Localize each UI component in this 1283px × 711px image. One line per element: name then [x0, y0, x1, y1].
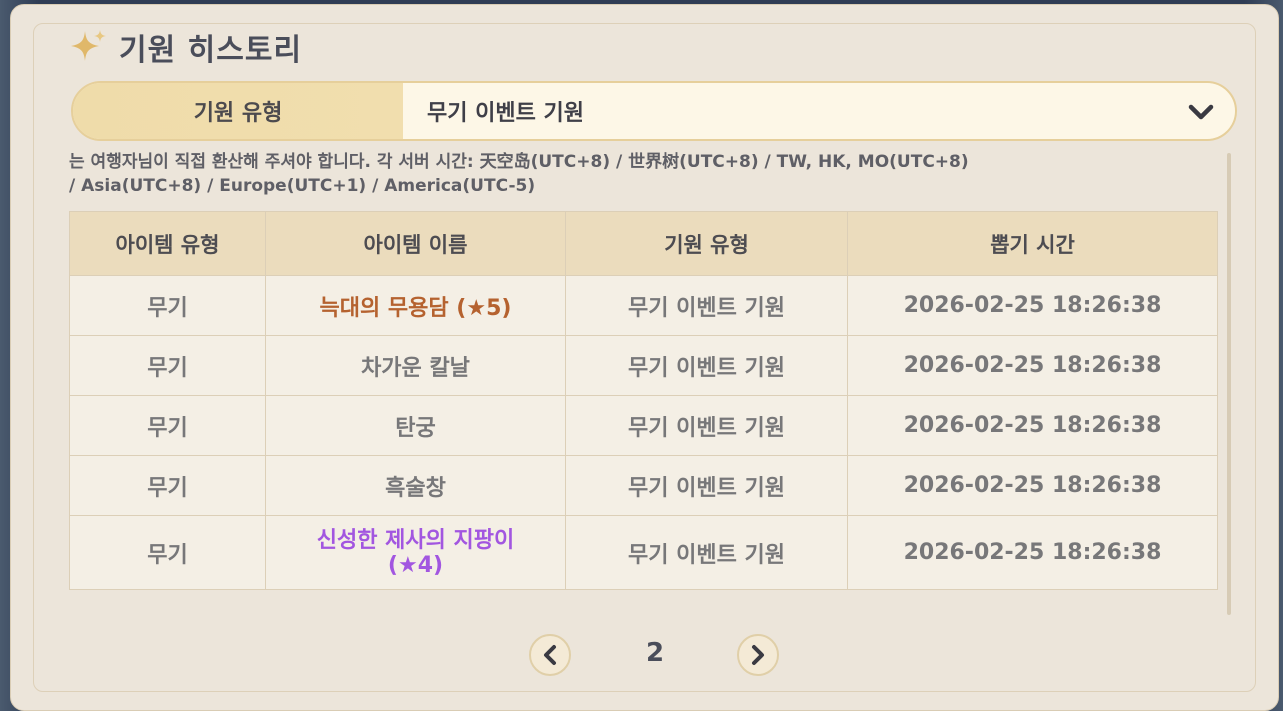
cell-item-type: 무기	[69, 515, 266, 590]
notice-line-1: 는 여행자님이 직접 환산해 주셔야 합니다. 각 서버 시간: 天空岛(UTC…	[69, 152, 969, 172]
wish-type-selector[interactable]: 기원 유형 무기 이벤트 기원	[71, 81, 1237, 141]
page-title: 기원 히스토리	[119, 33, 303, 68]
cell-item-type: 무기	[69, 335, 266, 396]
server-time-notice: 는 여행자님이 직접 환산해 주셔야 합니다. 각 서버 시간: 天空岛(UTC…	[69, 150, 1209, 198]
column-header-pull-time: 뽑기 시간	[847, 211, 1218, 276]
prev-page-button[interactable]	[529, 634, 571, 676]
wish-history-table: 아이템 유형 아이템 이름 기원 유형 뽑기 시간 무기 늑대의 무용담 (★5…	[69, 211, 1218, 590]
table-row: 무기 흑술창 무기 이벤트 기원 2026-02-25 18:26:38	[69, 455, 1218, 516]
wish-type-value: 무기 이벤트 기원	[427, 101, 584, 126]
next-page-button[interactable]	[737, 634, 779, 676]
cell-item-name: 흑술창	[265, 455, 566, 516]
cell-wish-type: 무기 이벤트 기원	[565, 335, 848, 396]
column-header-item-name: 아이템 이름	[265, 211, 566, 276]
cell-item-name: 탄궁	[265, 395, 566, 456]
column-header-item-type: 아이템 유형	[69, 211, 266, 276]
item-name-line-1: 신성한 제사의 지팡이	[316, 527, 515, 553]
cell-item-type: 무기	[69, 455, 266, 516]
chevron-down-icon[interactable]	[1187, 101, 1215, 123]
wish-type-label: 기원 유형	[73, 83, 403, 139]
cell-item-type: 무기	[69, 395, 266, 456]
wish-history-panel: 기원 히스토리 기원 유형 무기 이벤트 기원 는 여행자님이 직접 환산해 주…	[10, 4, 1279, 711]
scrollbar[interactable]	[1227, 153, 1231, 615]
cell-pull-time: 2026-02-25 18:26:38	[847, 275, 1218, 336]
table-row: 무기 신성한 제사의 지팡이 (★4) 무기 이벤트 기원 2026-02-25…	[69, 515, 1218, 590]
cell-pull-time: 2026-02-25 18:26:38	[847, 395, 1218, 456]
cell-wish-type: 무기 이벤트 기원	[565, 275, 848, 336]
wish-type-dropdown[interactable]: 무기 이벤트 기원	[403, 83, 1235, 139]
chevron-left-icon	[544, 645, 556, 665]
cell-wish-type: 무기 이벤트 기원	[565, 395, 848, 456]
title-row: 기원 히스토리	[69, 25, 302, 69]
cell-wish-type: 무기 이벤트 기원	[565, 455, 848, 516]
chevron-right-icon	[752, 645, 764, 665]
table-row: 무기 탄궁 무기 이벤트 기원 2026-02-25 18:26:38	[69, 395, 1218, 456]
sparkle-icon	[71, 30, 106, 61]
cell-pull-time: 2026-02-25 18:26:38	[847, 515, 1218, 590]
item-name-line-2: (★4)	[387, 552, 444, 578]
cell-item-name: 늑대의 무용담 (★5)	[265, 275, 566, 336]
cell-item-name: 신성한 제사의 지팡이 (★4)	[265, 515, 566, 590]
table-header-row: 아이템 유형 아이템 이름 기원 유형 뽑기 시간	[69, 211, 1218, 276]
pagination: 2	[529, 632, 789, 678]
page-number: 2	[645, 638, 665, 668]
cell-wish-type: 무기 이벤트 기원	[565, 515, 848, 590]
table-row: 무기 차가운 칼날 무기 이벤트 기원 2026-02-25 18:26:38	[69, 335, 1218, 396]
notice-line-2: / Asia(UTC+8) / Europe(UTC+1) / America(…	[69, 176, 536, 196]
column-header-wish-type: 기원 유형	[565, 211, 848, 276]
cell-item-name: 차가운 칼날	[265, 335, 566, 396]
table-row: 무기 늑대의 무용담 (★5) 무기 이벤트 기원 2026-02-25 18:…	[69, 275, 1218, 336]
cell-pull-time: 2026-02-25 18:26:38	[847, 335, 1218, 396]
cell-pull-time: 2026-02-25 18:26:38	[847, 455, 1218, 516]
cell-item-type: 무기	[69, 275, 266, 336]
